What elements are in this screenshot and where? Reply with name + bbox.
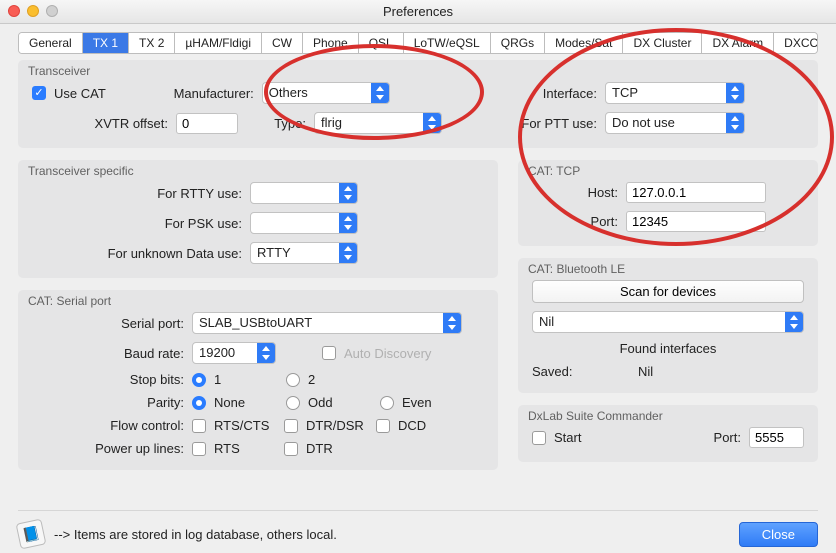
titlebar: Preferences	[0, 0, 836, 24]
ble-device-select[interactable]: Nil	[532, 311, 804, 333]
scan-devices-button[interactable]: Scan for devices	[532, 280, 804, 303]
found-interfaces-label: Found interfaces	[620, 341, 717, 356]
minimize-window-icon[interactable]	[27, 5, 39, 17]
auto-discovery-checkbox	[322, 346, 336, 360]
powerup-label: Power up lines:	[32, 441, 184, 456]
use-cat-label: Use CAT	[54, 86, 106, 101]
serial-port-select[interactable]: SLAB_USBtoUART	[192, 312, 462, 334]
for-rtty-label: For RTTY use:	[32, 186, 242, 201]
for-unknown-select[interactable]: RTTY	[250, 242, 358, 264]
fieldset-legend: Transceiver specific	[28, 164, 134, 178]
tcp-host-label: Host:	[532, 185, 618, 200]
manufacturer-label: Manufacturer:	[114, 86, 254, 101]
tab-general[interactable]: General	[19, 33, 83, 53]
for-rtty-select[interactable]	[250, 182, 358, 204]
parity-label: Parity:	[32, 395, 184, 410]
cat-serial-box: CAT: Serial port Serial port: SLAB_USBto…	[18, 290, 498, 470]
updown-icon	[371, 83, 389, 103]
powerup-rts-checkbox[interactable]	[192, 442, 206, 456]
zoom-window-icon	[46, 5, 58, 17]
tab-bar: GeneralTX 1TX 2µHAM/FldigiCWPhoneQSLLoTW…	[18, 32, 818, 54]
tab-modes-sat[interactable]: Modes/Sat	[545, 33, 623, 53]
parity-none-radio[interactable]	[192, 396, 206, 410]
updown-icon	[257, 343, 275, 363]
for-ptt-select[interactable]: Do not use	[605, 112, 745, 134]
window-title: Preferences	[383, 4, 453, 19]
updown-icon	[443, 313, 461, 333]
dxlab-start-checkbox[interactable]	[532, 431, 546, 445]
powerup-dtr-checkbox[interactable]	[284, 442, 298, 456]
use-cat-checkbox[interactable]	[32, 86, 46, 100]
updown-icon	[726, 83, 744, 103]
flow-rtscts-checkbox[interactable]	[192, 419, 206, 433]
fieldset-legend: CAT: Serial port	[28, 294, 111, 308]
fieldset-legend: CAT: Bluetooth LE	[528, 262, 625, 276]
dxlab-port-input[interactable]	[749, 427, 804, 448]
for-psk-label: For PSK use:	[32, 216, 242, 231]
dxlab-box: DxLab Suite Commander Start Port:	[518, 405, 818, 462]
tcp-port-label: Port:	[532, 214, 618, 229]
tcp-host-input[interactable]	[626, 182, 766, 203]
tab--ham-fldigi[interactable]: µHAM/Fldigi	[175, 33, 262, 53]
dxlab-port-label: Port:	[714, 430, 741, 445]
parity-odd-radio[interactable]	[286, 396, 300, 410]
tab-tx-1[interactable]: TX 1	[83, 33, 129, 53]
tab-qrgs[interactable]: QRGs	[491, 33, 545, 53]
fieldset-legend: Transceiver	[28, 64, 90, 78]
close-button[interactable]: Close	[739, 522, 818, 547]
manufacturer-select[interactable]: Others	[262, 82, 390, 104]
ble-saved-value: Nil	[638, 364, 653, 379]
stop-bits-label: Stop bits:	[32, 372, 184, 387]
auto-discovery-label: Auto Discovery	[344, 346, 431, 361]
tcp-port-input[interactable]	[626, 211, 766, 232]
tab-phone[interactable]: Phone	[303, 33, 359, 53]
updown-icon	[339, 243, 357, 263]
updown-icon	[726, 113, 744, 133]
cat-tcp-box: CAT: TCP Host: Port:	[518, 160, 818, 246]
updown-icon	[339, 183, 357, 203]
updown-icon	[339, 213, 357, 233]
transceiver-box: Transceiver Use CAT Manufacturer: Others…	[18, 60, 818, 148]
baud-rate-select[interactable]: 19200	[192, 342, 276, 364]
tab-dxcc[interactable]: DXCC	[774, 33, 818, 53]
transceiver-specific-box: Transceiver specific For RTTY use: For P…	[18, 160, 498, 278]
for-unknown-label: For unknown Data use:	[32, 246, 242, 261]
serial-port-label: Serial port:	[32, 316, 184, 331]
fieldset-legend: CAT: TCP	[528, 164, 580, 178]
xvtr-offset-input[interactable]	[176, 113, 238, 134]
close-window-icon[interactable]	[8, 5, 20, 17]
traffic-lights	[8, 5, 58, 17]
tab-qsl[interactable]: QSL	[359, 33, 404, 53]
xvtr-offset-label: XVTR offset:	[50, 116, 168, 131]
footer: 📘 --> Items are stored in log database, …	[18, 510, 818, 547]
for-psk-select[interactable]	[250, 212, 358, 234]
type-select[interactable]: flrig	[314, 112, 442, 134]
interface-label: Interface:	[502, 86, 597, 101]
footer-text: --> Items are stored in log database, ot…	[54, 527, 337, 542]
baud-rate-label: Baud rate:	[32, 346, 184, 361]
interface-select[interactable]: TCP	[605, 82, 745, 104]
updown-icon	[423, 113, 441, 133]
stop-bits-1-radio[interactable]	[192, 373, 206, 387]
tab-cw[interactable]: CW	[262, 33, 303, 53]
tab-lotw-eqsl[interactable]: LoTW/eQSL	[404, 33, 491, 53]
flow-dtrdsr-checkbox[interactable]	[284, 419, 298, 433]
fieldset-legend: DxLab Suite Commander	[528, 409, 663, 423]
for-ptt-label: For PTT use:	[502, 116, 597, 131]
updown-icon	[785, 312, 803, 332]
database-icon: 📘	[16, 519, 47, 550]
stop-bits-2-radio[interactable]	[286, 373, 300, 387]
tab-dx-cluster[interactable]: DX Cluster	[623, 33, 702, 53]
cat-bluetooth-box: CAT: Bluetooth LE Scan for devices Nil F…	[518, 258, 818, 393]
tab-tx-2[interactable]: TX 2	[129, 33, 175, 53]
parity-even-radio[interactable]	[380, 396, 394, 410]
tab-dx-alarm[interactable]: DX Alarm	[702, 33, 774, 53]
dxlab-start-label: Start	[554, 430, 581, 445]
flow-control-label: Flow control:	[32, 418, 184, 433]
ble-saved-label: Saved:	[532, 364, 590, 379]
flow-dcd-checkbox[interactable]	[376, 419, 390, 433]
type-label: Type:	[246, 116, 306, 131]
